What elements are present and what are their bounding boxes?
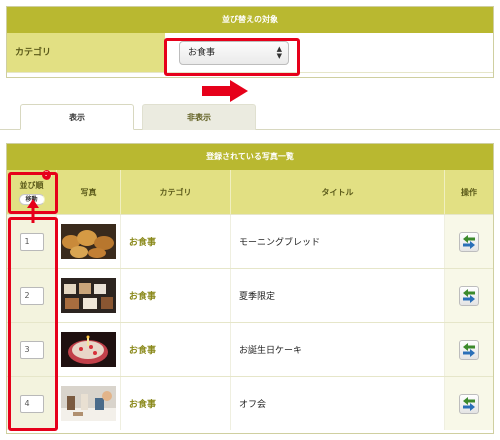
photo-list-header: 登録されている写真一覧 [7,144,493,170]
bread-photo-thumbnail [61,224,116,259]
row-category: お食事 [121,377,231,430]
party-photo-thumbnail [61,386,116,421]
row-title: オフ会 [231,377,445,430]
table-header-row: 並び順 移動 7 写真 カテゴリ タイトル 操作 [7,170,493,214]
toggle-visibility-button[interactable] [459,285,479,306]
table-row: 4 お食事 オフ会 [7,376,493,430]
toggle-visibility-button[interactable] [459,339,479,360]
sort-target-header: 並び替えの対象 [7,7,493,33]
swap-arrows-icon [463,234,475,249]
up-arrow-icon [27,199,39,223]
row-title: モーニングブレッド [231,215,445,268]
column-action: 操作 [461,187,477,197]
photo-list-panel: 登録されている写真一覧 並び順 移動 7 写真 カテゴリ タイトル 操作 1 お… [6,143,494,434]
category-filter-label: カテゴリ [7,33,165,72]
column-photo: 写真 [57,170,121,214]
down-arrow-icon [202,80,248,102]
toggle-visibility-button[interactable] [459,393,479,414]
visibility-tabs: 表示 非表示 [0,104,500,130]
birthday-cake-photo-thumbnail [61,332,116,367]
dessert-photo-thumbnail [61,278,116,313]
swap-arrows-icon [463,342,475,357]
order-inputs-highlight-box [8,217,58,431]
table-row: 3 お食事 お誕生日ケーキ [7,322,493,376]
row-title: 夏季限定 [231,269,445,322]
row-category: お食事 [121,323,231,376]
table-row: 2 お食事 夏季限定 [7,268,493,322]
tab-visible[interactable]: 表示 [20,104,134,130]
swap-arrows-icon [463,396,475,411]
toggle-visibility-button[interactable] [459,231,479,252]
row-title: お誕生日ケーキ [231,323,445,376]
column-category: カテゴリ [121,170,231,214]
tab-hidden[interactable]: 非表示 [142,104,256,130]
table-row: 1 お食事 モーニングブレッド [7,214,493,268]
row-category: お食事 [121,269,231,322]
row-category: お食事 [121,215,231,268]
column-title: タイトル [231,170,445,214]
swap-arrows-icon [463,288,475,303]
select-highlight-box [164,38,300,76]
